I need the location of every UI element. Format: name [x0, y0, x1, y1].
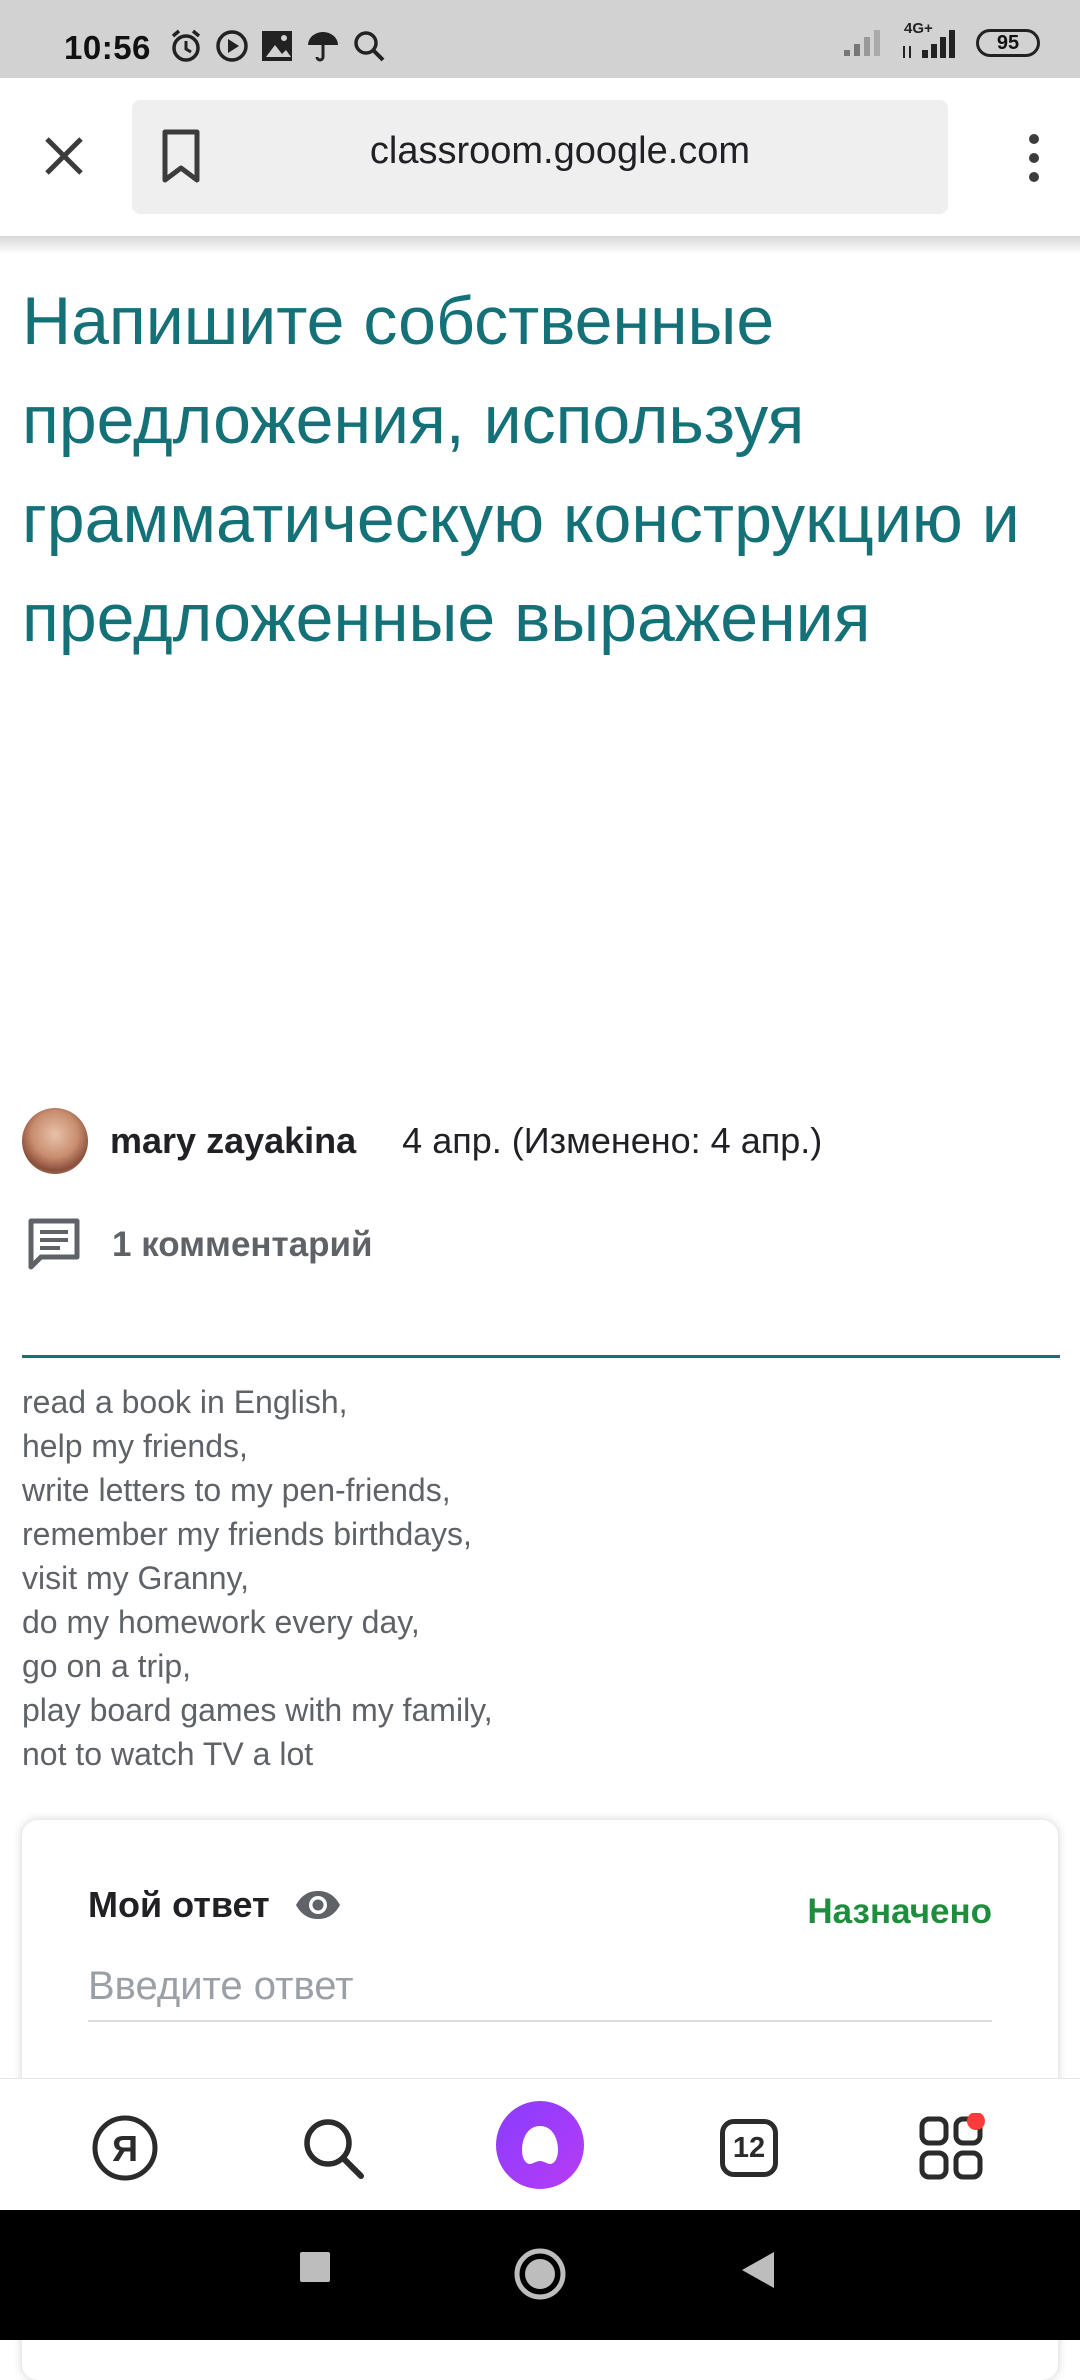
assignment-description: read a book in English, help my friends,… — [22, 1380, 493, 1776]
menu-dot — [1029, 134, 1039, 144]
description-line: help my friends, — [22, 1428, 248, 1464]
address-bar[interactable]: classroom.google.com — [132, 100, 948, 214]
back-icon — [742, 2252, 774, 2288]
browser-bottom-nav: Я 12 — [0, 2078, 1080, 2211]
services-button[interactable] — [918, 2113, 988, 2183]
alice-assistant-button[interactable] — [496, 2101, 584, 2189]
description-line: not to watch TV a lot — [22, 1736, 314, 1772]
alarm-icon — [171, 29, 201, 62]
alice-icon — [522, 2126, 558, 2164]
comment-count: 1 комментарий — [112, 1225, 373, 1264]
answer-card-title: Мой ответ — [88, 1884, 270, 1925]
answer-card-header: Мой ответ — [88, 1884, 342, 1926]
status-right: 4G+ 95 — [842, 20, 1040, 60]
menu-dot — [1029, 172, 1039, 182]
search-button[interactable] — [298, 2113, 368, 2183]
battery-level: 95 — [996, 31, 1020, 54]
signal-4g-icon — [903, 30, 955, 58]
overflow-menu-button[interactable] — [1014, 128, 1054, 188]
network-indicator: 4G+ — [898, 20, 962, 60]
status-time: 10:56 — [64, 29, 151, 66]
comment-icon — [28, 1218, 80, 1270]
signal-icon — [844, 30, 880, 56]
visibility-button[interactable] — [294, 1889, 342, 1921]
description-line: remember my friends birthdays, — [22, 1516, 472, 1552]
comments-link[interactable]: 1 комментарий — [26, 1216, 373, 1274]
url-text: classroom.google.com — [369, 130, 751, 172]
browser-toolbar: classroom.google.com — [0, 78, 1080, 236]
grid-icon — [919, 2113, 985, 2180]
description-line: go on a trip, — [22, 1648, 191, 1684]
svg-text:Я: Я — [112, 2128, 138, 2169]
search-icon — [304, 2119, 364, 2179]
square-icon — [300, 2252, 330, 2282]
description-line: play board games with my family, — [22, 1692, 493, 1728]
system-navigation-bar — [0, 2210, 1080, 2340]
eye-icon — [295, 1891, 340, 1919]
tabs-button[interactable]: 12 — [714, 2113, 784, 2183]
search-icon — [354, 31, 385, 62]
status-bar: 10:56 4G+ 95 — [0, 0, 1080, 78]
author-name: mary zayakina — [110, 1120, 357, 1161]
answer-input[interactable] — [88, 1952, 992, 2022]
home-button[interactable] — [512, 2246, 568, 2302]
home-icon — [514, 2248, 566, 2300]
author-row: mary zayakina 4 апр. (Изменено: 4 апр.) — [22, 1106, 822, 1176]
yandex-icon: Я — [92, 2115, 158, 2181]
umbrella-icon — [308, 32, 338, 62]
image-icon — [262, 31, 292, 61]
avatar — [22, 1108, 88, 1174]
post-date: 4 апр. (Изменено: 4 апр.) — [402, 1120, 823, 1161]
assignment-title: Напишите собственные предложения, исполь… — [22, 283, 1020, 656]
battery-indicator: 95 — [976, 29, 1040, 57]
toolbar-shadow — [0, 236, 1080, 254]
description-line: write letters to my pen-friends, — [22, 1472, 451, 1508]
status-badge: Назначено — [807, 1892, 992, 1931]
description-line: do my homework every day, — [22, 1604, 420, 1640]
recents-button[interactable] — [298, 2250, 332, 2284]
play-icon — [216, 30, 248, 62]
tabs-count: 12 — [720, 2119, 778, 2177]
menu-dot — [1029, 153, 1039, 163]
divider — [22, 1355, 1060, 1358]
yandex-button[interactable]: Я — [90, 2113, 160, 2183]
status-icons — [168, 28, 386, 64]
back-button[interactable] — [740, 2250, 776, 2290]
close-icon — [45, 137, 83, 175]
description-line: read a book in English, — [22, 1384, 348, 1420]
close-button[interactable] — [36, 128, 92, 184]
description-line: visit my Granny, — [22, 1560, 249, 1596]
